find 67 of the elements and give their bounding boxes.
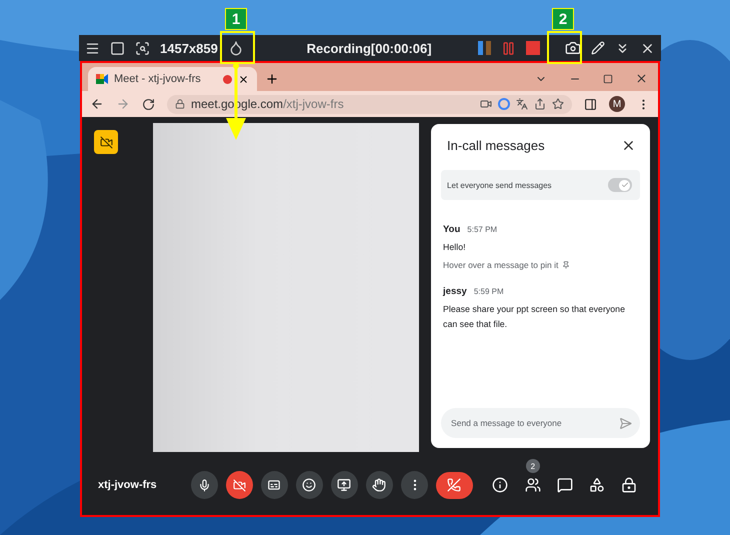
raise-hand-button[interactable] xyxy=(366,471,394,499)
camera-icon xyxy=(480,98,492,110)
maximize-icon[interactable] xyxy=(603,74,613,84)
leave-call-button[interactable] xyxy=(436,472,473,498)
message-text: Hello! xyxy=(443,241,467,254)
panel-title: In-call messages xyxy=(447,138,545,152)
check-icon xyxy=(620,181,628,189)
message-sender: jessy xyxy=(443,286,467,297)
translate-icon xyxy=(516,98,528,110)
close-icon[interactable] xyxy=(635,72,648,85)
emoji-button[interactable] xyxy=(296,471,323,499)
hand-icon xyxy=(372,478,386,492)
send-icon xyxy=(619,416,632,430)
pencil-icon[interactable] xyxy=(591,41,605,55)
smiley-icon xyxy=(302,478,316,492)
profile-avatar[interactable]: M xyxy=(609,96,625,112)
message-sender: You xyxy=(443,224,460,235)
pin-hint: Hover over a message to pin it xyxy=(443,260,558,270)
browser-tab[interactable]: Meet - xtj-jvow-frs xyxy=(88,67,257,91)
info-icon xyxy=(492,477,508,493)
meet-logo-icon xyxy=(96,74,108,84)
camera-off-icon xyxy=(232,478,246,492)
chat-icon xyxy=(557,477,574,493)
stop-icon[interactable] xyxy=(526,41,540,55)
menu-icon[interactable] xyxy=(85,40,100,56)
people-icon xyxy=(524,477,541,493)
message-field[interactable]: Send a message to everyone xyxy=(441,408,640,438)
audio-level-icon xyxy=(476,40,492,56)
camera-icon[interactable] xyxy=(565,40,581,56)
people-count: 2 xyxy=(526,459,540,473)
window-icon[interactable] xyxy=(110,40,125,56)
reload-icon[interactable] xyxy=(142,98,155,110)
lock-icon xyxy=(175,99,185,109)
highlight-frame xyxy=(220,31,255,64)
toggle-switch[interactable] xyxy=(608,178,632,192)
pause-icon[interactable] xyxy=(501,40,516,56)
present-icon xyxy=(337,478,352,492)
message-time: 5:59 PM xyxy=(474,287,504,296)
message-time: 5:57 PM xyxy=(467,225,498,234)
highlight-frame xyxy=(547,31,582,64)
resolution-text: 1457x859 xyxy=(160,40,218,56)
camera-button[interactable] xyxy=(226,471,253,499)
phone-icon xyxy=(447,478,462,492)
step-number: 2 xyxy=(552,8,574,30)
side-panel-icon[interactable] xyxy=(584,98,597,110)
recording-badge xyxy=(94,130,118,154)
share-icon xyxy=(534,98,546,110)
new-tab-icon[interactable] xyxy=(265,72,279,86)
droplet-icon[interactable] xyxy=(228,40,244,56)
captions-button[interactable] xyxy=(260,471,288,499)
lock-icon xyxy=(621,477,638,493)
mic-icon xyxy=(198,478,211,492)
captions-icon xyxy=(267,478,282,492)
message-text: Please share your ppt screen so that everyone can see that file. xyxy=(443,303,626,331)
back-icon[interactable] xyxy=(90,97,104,111)
close-icon xyxy=(238,74,249,84)
recording-status: Recording[00:00:06] xyxy=(306,40,432,56)
tab-title: Meet - xtj-jvow-frs xyxy=(114,73,202,85)
search-area-icon[interactable] xyxy=(135,40,150,56)
shapes-icon xyxy=(589,477,606,493)
meeting-code: xtj-jvow-frs xyxy=(98,479,158,491)
step-number: 1 xyxy=(225,8,247,30)
present-button[interactable] xyxy=(330,471,358,499)
star-icon xyxy=(552,98,564,110)
mic-button[interactable] xyxy=(190,471,218,499)
permission-label: Let everyone send messages xyxy=(447,180,552,190)
pin-icon xyxy=(562,261,570,269)
